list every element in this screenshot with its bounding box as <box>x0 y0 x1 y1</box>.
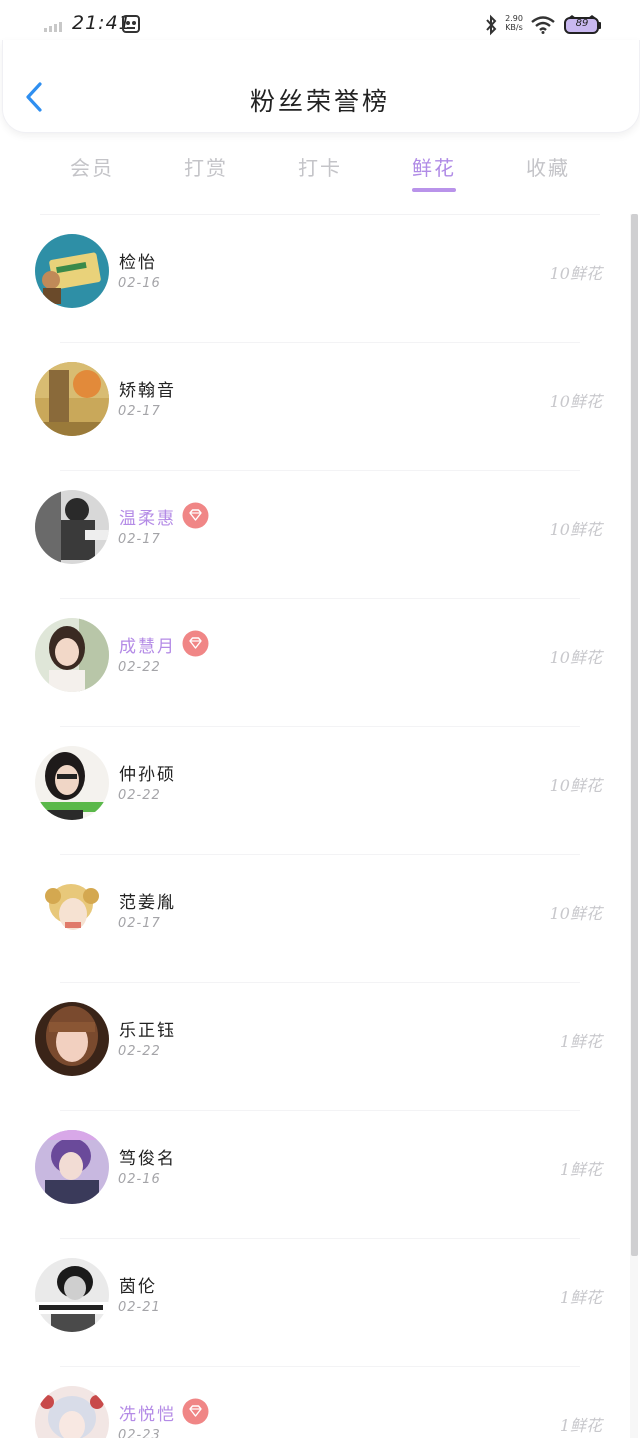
fan-list-item[interactable]: 温柔惠 02-17 10鲜花 <box>0 472 628 600</box>
tab-reward[interactable]: 打赏 <box>151 152 261 181</box>
page-title: 粉丝荣誉榜 <box>249 87 390 116</box>
tab-member[interactable]: 会员 <box>37 152 147 181</box>
wifi-icon <box>531 16 555 34</box>
avatar <box>35 746 109 820</box>
battery-level: 89 <box>575 18 589 29</box>
fan-name: 成慧月 <box>119 637 176 657</box>
tab-favorites[interactable]: 收藏 <box>493 152 603 181</box>
divider <box>40 214 600 215</box>
fan-name: 检怡 <box>119 253 157 273</box>
divider <box>60 598 580 599</box>
avatar <box>35 1258 109 1332</box>
fan-list-item[interactable]: 乐正钰 02-22 1鲜花 <box>0 984 628 1112</box>
signal-icon <box>44 22 62 32</box>
fan-date: 02-17 <box>118 404 161 419</box>
app-notification-icon <box>122 15 140 33</box>
scrollbar-thumb[interactable] <box>631 214 638 1256</box>
fan-list-item[interactable]: 检怡 02-16 10鲜花 <box>0 216 628 344</box>
fan-list-item[interactable]: 笃俊名 02-16 1鲜花 <box>0 1112 628 1240</box>
flower-count: 10鲜花 <box>549 648 602 667</box>
flower-count: 10鲜花 <box>549 520 602 539</box>
fan-name: 温柔惠 <box>119 509 176 529</box>
avatar <box>35 490 109 564</box>
fan-name: 乐正钰 <box>119 1021 176 1041</box>
fan-name: 冼悦恺 <box>119 1405 176 1425</box>
avatar <box>35 874 109 948</box>
fan-date: 02-16 <box>118 1172 161 1187</box>
network-speed: 2.90 KB/s <box>502 14 526 32</box>
divider <box>60 1110 580 1111</box>
fan-date: 02-21 <box>118 1300 161 1315</box>
avatar <box>35 1386 109 1438</box>
flower-count: 1鲜花 <box>559 1288 602 1307</box>
avatar <box>35 362 109 436</box>
fan-date: 02-22 <box>118 788 161 803</box>
bluetooth-icon <box>486 14 497 36</box>
vip-diamond-icon <box>182 502 209 529</box>
avatar <box>35 1002 109 1076</box>
fan-list-item[interactable]: 冼悦恺 02-23 1鲜花 <box>0 1368 628 1438</box>
fan-date: 02-22 <box>118 660 161 675</box>
flower-count: 10鲜花 <box>549 264 602 283</box>
flower-count: 10鲜花 <box>549 392 602 411</box>
flower-count: 1鲜花 <box>559 1032 602 1051</box>
vip-diamond-icon <box>182 630 209 657</box>
flower-count: 1鲜花 <box>559 1416 602 1435</box>
fan-list-item[interactable]: 成慧月 02-22 10鲜花 <box>0 600 628 728</box>
divider <box>60 470 580 471</box>
fan-name: 笃俊名 <box>119 1149 176 1169</box>
vip-diamond-icon <box>182 1398 209 1425</box>
flower-count: 10鲜花 <box>549 776 602 795</box>
fan-date: 02-22 <box>118 1044 161 1059</box>
tab-flowers[interactable]: 鲜花 <box>379 152 489 181</box>
fan-name: 仲孙硕 <box>119 765 176 785</box>
fan-date: 02-17 <box>118 532 161 547</box>
tab-active-indicator <box>412 188 456 192</box>
fan-date: 02-17 <box>118 916 161 931</box>
fan-list-item[interactable]: 矫翰音 02-17 10鲜花 <box>0 344 628 472</box>
fan-name: 矫翰音 <box>119 381 176 401</box>
avatar <box>35 618 109 692</box>
fan-name: 茵伦 <box>119 1277 157 1297</box>
avatar <box>35 234 109 308</box>
network-speed-value: 2.90 <box>505 14 523 23</box>
fan-date: 02-23 <box>118 1428 161 1438</box>
divider <box>60 1238 580 1239</box>
tab-bar: 会员 打赏 打卡 鲜花 收藏 <box>0 148 640 198</box>
fan-list-item[interactable]: 范姜胤 02-17 10鲜花 <box>0 856 628 984</box>
divider <box>60 1366 580 1367</box>
tab-checkin[interactable]: 打卡 <box>265 152 375 181</box>
divider <box>60 982 580 983</box>
avatar <box>35 1130 109 1204</box>
fan-list-item[interactable]: 茵伦 02-21 1鲜花 <box>0 1240 628 1368</box>
page: 21:41 2.90 KB/s 89 粉丝荣誉榜 会员 打赏 打卡 鲜花 收藏 … <box>0 0 640 1438</box>
divider <box>60 854 580 855</box>
divider <box>60 342 580 343</box>
flower-count: 10鲜花 <box>549 904 602 923</box>
divider <box>60 726 580 727</box>
fan-list-item[interactable]: 仲孙硕 02-22 10鲜花 <box>0 728 628 856</box>
fan-name: 范姜胤 <box>119 893 176 913</box>
network-speed-unit: KB/s <box>505 23 523 32</box>
fan-date: 02-16 <box>118 276 161 291</box>
flower-count: 1鲜花 <box>559 1160 602 1179</box>
